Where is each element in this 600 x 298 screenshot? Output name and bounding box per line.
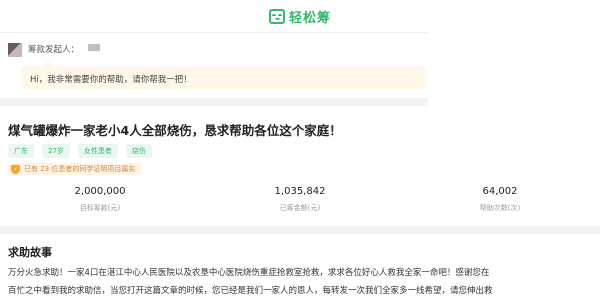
tag-condition: 烧伤 — [125, 144, 152, 158]
tag-location: 广东 — [8, 144, 34, 158]
smile-logo-icon — [268, 8, 285, 24]
stat-target-label: 目标筹款(元) — [79, 204, 121, 212]
stats-row: 2,000,000 目标筹款(元) 1,035,842 已筹金额(元) 64,0… — [0, 186, 600, 213]
stat-target-value: 2,000,000 — [74, 186, 126, 197]
stat-helps: 64,002 帮助次数(次) — [400, 186, 600, 213]
story-section: 求助故事 万分火急求助！一家4口在湛江中心人民医院以及农垦中心医院烧伤重症抢救室… — [0, 234, 600, 298]
story-heading: 求助故事 — [8, 246, 52, 259]
stat-helps-value: 64,002 — [482, 186, 518, 197]
overlay-mask — [428, 30, 600, 106]
app-header: 轻松筹 — [0, 0, 600, 32]
tag-age: 27岁 — [42, 144, 70, 158]
stat-raised-value: 1,035,842 — [274, 186, 326, 197]
project-tags: 广东 27岁 女性患者 烧伤 — [8, 144, 152, 158]
sponsor-message-bubble: Hi，我非常需要你的帮助，请你帮我一把！ — [22, 61, 426, 89]
story-line-2: 百忙之中看到我的求助信，当您打开这篇文章的时候，您已经是我们一家人的恩人，每转发… — [8, 286, 493, 296]
sponsor-label: 筹款发起人： — [28, 45, 80, 55]
logo-text: 轻松筹 — [288, 10, 331, 26]
stat-raised: 1,035,842 已筹金额(元) — [200, 186, 400, 213]
sponsor-name-redacted — [88, 44, 100, 51]
verify-badge[interactable]: ✓ 已有 23 位患者的同学证明项目属实 — [8, 163, 142, 175]
story-line-1: 万分火急求助！一家4口在湛江中心人民医院以及农垦中心医院烧伤重症抢救室抢救，求求… — [8, 268, 490, 278]
verify-text: 已有 23 位患者的同学证明项目属实 — [24, 165, 136, 173]
shield-check-icon: ✓ — [11, 164, 20, 174]
tag-gender: 女性患者 — [77, 144, 118, 158]
project-card: 煤气罐爆炸一家老小4人全部烧伤，恳求帮助各位这个家庭！ 广东 27岁 女性患者 … — [0, 106, 600, 226]
sponsor-message: Hi，我非常需要你的帮助，请你帮我一把！ — [30, 75, 192, 85]
logo[interactable]: 轻松筹 — [268, 7, 331, 26]
project-title: 煤气罐爆炸一家老小4人全部烧伤，恳求帮助各位这个家庭！ — [8, 123, 342, 138]
stat-helps-label: 帮助次数(次) — [479, 204, 521, 212]
stat-raised-label: 已筹金额(元) — [279, 204, 321, 212]
stat-target: 2,000,000 目标筹款(元) — [0, 186, 200, 213]
sponsor-avatar[interactable] — [8, 43, 22, 57]
